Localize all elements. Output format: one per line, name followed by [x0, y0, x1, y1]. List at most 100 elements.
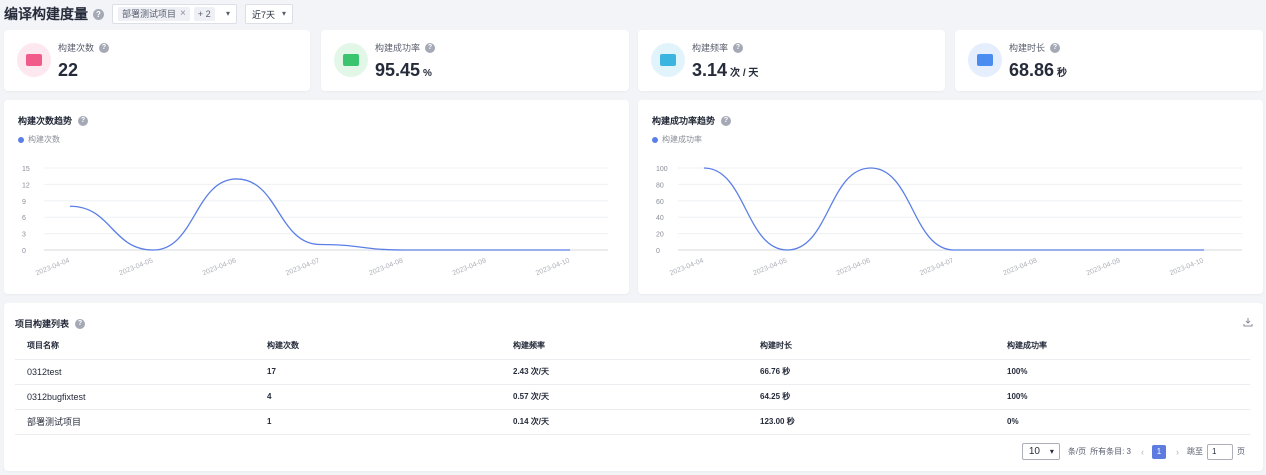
chevron-down-icon: ▾: [1049, 447, 1054, 456]
kpi-card-build-count: 构建次数? 22: [4, 30, 310, 91]
page-button-current[interactable]: 1: [1152, 444, 1166, 459]
data-point: [402, 249, 404, 251]
x-tick-label: 2023-04-09: [1086, 257, 1122, 277]
x-tick-label: 2023-04-05: [752, 257, 788, 277]
x-tick-label: 2023-04-09: [452, 257, 488, 277]
prev-page-icon[interactable]: ‹: [1141, 447, 1144, 457]
chevron-down-icon: ▾: [281, 9, 286, 18]
kpi-label-text: 构建成功率: [375, 43, 421, 53]
frequency-icon: [660, 54, 676, 66]
cell-success-rate: 100%: [995, 359, 1250, 385]
data-point: [953, 249, 955, 251]
chart-card-success-rate: 构建成功率趋势? 构建成功率 0 20 40 60 80 100 2023-04-04 202…: [638, 100, 1263, 294]
data-point: [69, 205, 71, 207]
data-point: [786, 249, 788, 251]
project-build-table-card: 项目构建列表? 项目名称 构建次数 构建频率 构建时长 构建成功率 0312te…: [4, 303, 1263, 471]
kpi-label: 构建频率?: [692, 41, 744, 54]
help-icon[interactable]: ?: [99, 42, 110, 53]
y-tick-label: 12: [22, 182, 30, 189]
kpi-unit: 次 / 天: [730, 68, 759, 79]
kpi-value: 22: [58, 60, 78, 81]
kpi-label: 构建时长?: [1009, 41, 1061, 54]
data-point: [235, 178, 237, 180]
per-page-label: 条/页: [1067, 447, 1087, 456]
kpi-label-text: 构建次数: [58, 43, 95, 53]
x-tick-label: 2023-04-10: [1169, 257, 1205, 277]
kpi-unit: 秒: [1057, 68, 1068, 79]
help-icon[interactable]: ?: [93, 8, 104, 20]
kpi-unit: %: [423, 68, 432, 79]
x-tick-label: 2023-04-10: [535, 257, 571, 277]
kpi-card-duration: 构建时长? 68.86 秒: [955, 30, 1263, 91]
x-tick-label: 2023-04-06: [836, 257, 872, 277]
table-row[interactable]: 部署测试项目 1 0.14 次/天 123.00 秒 0%: [15, 409, 1250, 435]
y-tick-label: 80: [656, 182, 664, 189]
line-chart-build-count: 0 3 6 9 12 15 2023-04-04 2023-04-05 2023-04-06 20…: [22, 166, 608, 277]
jump-page-input[interactable]: 1: [1207, 443, 1233, 460]
column-header[interactable]: 构建时长: [748, 333, 995, 360]
kpi-label: 构建成功率?: [375, 41, 436, 54]
series-line: [69, 178, 570, 251]
help-icon[interactable]: ?: [733, 42, 744, 53]
x-tick-label: 2023-04-04: [35, 257, 71, 277]
y-tick-label: 3: [22, 232, 26, 239]
help-icon[interactable]: ?: [1050, 42, 1061, 53]
chart-card-build-count: 构建次数趋势? 构建次数 0 3 6 9 12 15 2023-04-04 2023-04-0…: [4, 100, 629, 294]
top-bar: 编译构建度量 ? 部署测试项目 × + 2 ▾ 近7天 ▾: [0, 0, 1266, 28]
kpi-label-text: 构建频率: [692, 43, 729, 53]
kpi-icon-bg: [968, 43, 1002, 77]
kpi-label: 构建次数?: [58, 41, 110, 54]
y-tick-label: 0: [656, 248, 660, 255]
table-row[interactable]: 0312bugfixtest 4 0.57 次/天 64.25 秒 100%: [15, 384, 1250, 410]
close-icon[interactable]: ×: [180, 8, 186, 20]
page-suffix-label: 页: [1237, 447, 1245, 456]
kpi-value-number: 3.14: [692, 60, 728, 80]
data-point: [319, 243, 321, 245]
time-range-select[interactable]: 近7天 ▾: [245, 4, 293, 24]
data-point: [1119, 249, 1121, 251]
page-size-value: 10: [1028, 446, 1040, 457]
cell-build-count: 4: [255, 384, 501, 410]
kpi-value-number: 68.86: [1009, 60, 1055, 80]
kpi-value: 95.45%: [375, 60, 432, 81]
column-header[interactable]: 构建成功率: [995, 333, 1250, 360]
kpi-card-success-rate: 构建成功率? 95.45%: [321, 30, 629, 91]
build-count-icon: [26, 54, 42, 66]
pagination: 10 ▾ 条/页 所有条目: 3 ‹ 1 › 跳至 1 页: [1021, 443, 1245, 460]
page-size-select[interactable]: 10 ▾: [1021, 443, 1060, 460]
kpi-icon-bg: [651, 43, 685, 77]
y-tick-label: 9: [22, 199, 26, 206]
table-header-row: 项目名称 构建次数 构建频率 构建时长 构建成功率: [15, 333, 1250, 360]
data-point: [152, 249, 154, 251]
data-point: [1036, 249, 1038, 251]
duration-icon: [977, 54, 993, 66]
jump-label: 跳至: [1187, 447, 1203, 456]
kpi-icon-bg: [17, 43, 51, 77]
success-rate-icon: [343, 54, 359, 66]
total-count-label: 所有条目: 3: [1090, 447, 1131, 456]
data-point: [569, 249, 571, 251]
download-icon[interactable]: [1243, 317, 1253, 327]
kpi-card-frequency: 构建频率? 3.14 次 / 天: [638, 30, 945, 91]
x-tick-label: 2023-04-06: [202, 257, 238, 277]
page-title: 编译构建度量: [4, 6, 88, 22]
column-header[interactable]: 构建频率: [501, 333, 748, 360]
y-tick-label: 6: [22, 215, 26, 222]
column-header[interactable]: 项目名称: [15, 333, 255, 360]
series-line: [703, 167, 1204, 251]
y-tick-label: 0: [22, 248, 26, 255]
column-header[interactable]: 构建次数: [255, 333, 501, 360]
project-select[interactable]: 部署测试项目 × + 2 ▾: [112, 4, 237, 24]
cell-project-name: 0312test: [15, 359, 255, 385]
x-tick-label: 2023-04-07: [919, 257, 955, 277]
cell-build-duration: 66.76 秒: [748, 359, 995, 385]
x-tick-label: 2023-04-07: [285, 257, 321, 277]
next-page-icon[interactable]: ›: [1176, 447, 1179, 457]
x-tick-label: 2023-04-05: [118, 257, 154, 277]
table-row[interactable]: 0312test 17 2.43 次/天 66.76 秒 100%: [15, 359, 1250, 385]
chevron-down-icon: ▾: [225, 9, 230, 18]
help-icon[interactable]: ?: [75, 318, 86, 329]
help-icon[interactable]: ?: [425, 42, 436, 53]
x-tick-label: 2023-04-08: [368, 257, 404, 277]
kpi-value-number: 22: [58, 60, 79, 80]
